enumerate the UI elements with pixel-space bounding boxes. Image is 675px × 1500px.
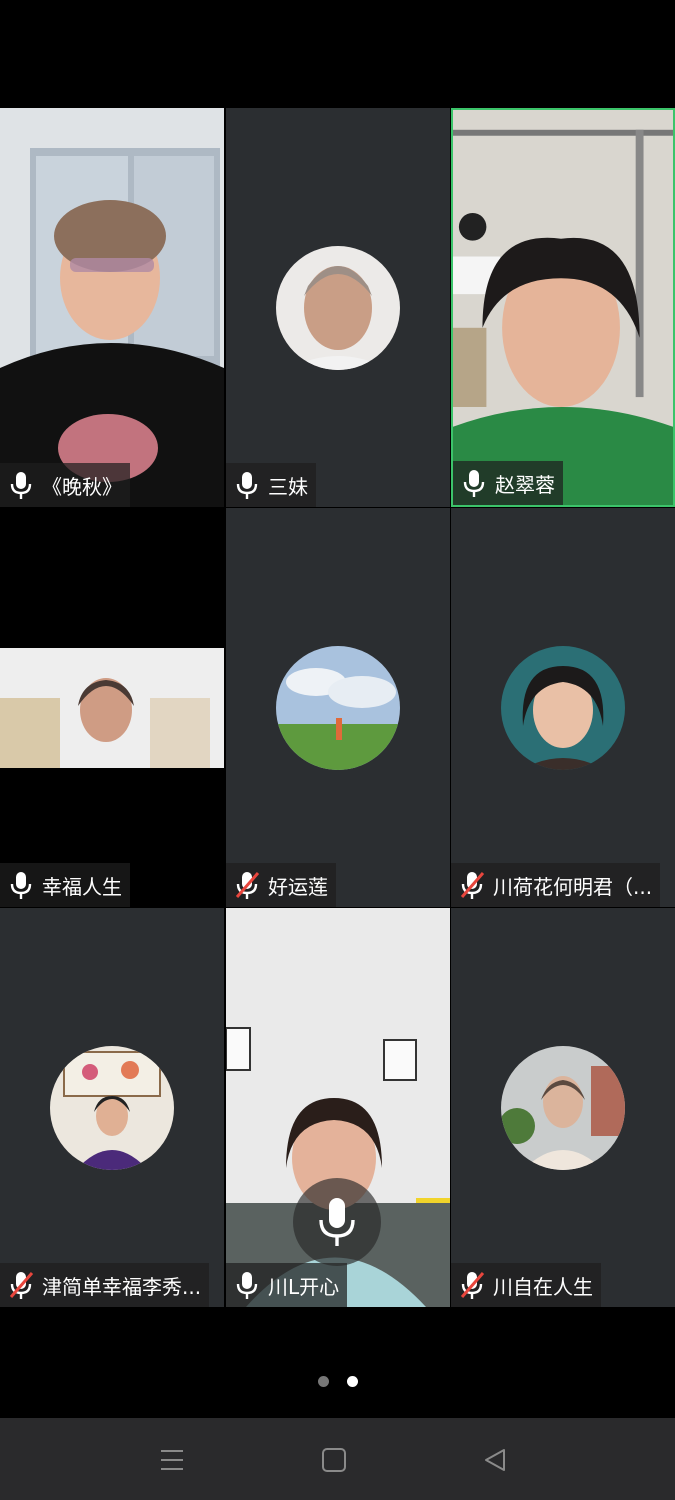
microphone-icon: [463, 470, 485, 497]
participant-name: 川L开心: [268, 1274, 340, 1299]
participant-video: [453, 110, 673, 505]
avatar: [501, 1045, 625, 1170]
participant-namebar: 三妹: [226, 463, 316, 507]
participant-namebar: 川自在人生: [451, 1263, 601, 1307]
participant-name: 津简单幸福李秀...: [42, 1274, 202, 1299]
page-indicator: [0, 1376, 675, 1390]
participant-name: 幸福人生: [42, 874, 122, 899]
participant-tile-active-speaker[interactable]: 赵翠蓉: [451, 108, 675, 507]
microphone-muted-icon: [460, 1272, 485, 1299]
participant-tile[interactable]: 津简单幸福李秀...: [0, 908, 224, 1307]
participant-tile[interactable]: 好运莲: [226, 508, 450, 907]
microphone-icon: [236, 1272, 258, 1299]
video-grid: 《晚秋》 三妹 赵翠蓉 幸福人生 好运莲 川荷花何明君（... 津简单幸福李秀.…: [0, 108, 675, 1308]
participant-namebar: 好运莲: [226, 863, 336, 907]
home-icon: [322, 1448, 346, 1472]
participant-name: 《晚秋》: [42, 474, 122, 499]
microphone-icon: [10, 472, 32, 499]
participant-tile[interactable]: 《晚秋》: [0, 108, 224, 507]
participant-namebar: 《晚秋》: [0, 463, 130, 507]
participant-name: 三妹: [268, 474, 308, 499]
participant-namebar: 幸福人生: [0, 863, 130, 907]
menu-icon: [161, 1450, 183, 1470]
participant-namebar: 川荷花何明君（...: [451, 863, 661, 907]
microphone-muted-icon: [460, 872, 485, 899]
participant-namebar: 津简单幸福李秀...: [0, 1263, 210, 1307]
participant-name: 好运莲: [268, 874, 328, 899]
participant-video: [0, 108, 224, 507]
home-button[interactable]: [314, 1440, 354, 1480]
microphone-icon: [319, 1198, 355, 1246]
microphone-toggle-button[interactable]: [293, 1178, 381, 1266]
back-button[interactable]: [475, 1440, 515, 1480]
avatar: [501, 645, 625, 770]
participant-video: [0, 648, 224, 768]
participant-tile[interactable]: 川荷花何明君（...: [451, 508, 675, 907]
microphone-muted-icon: [235, 872, 260, 899]
participant-name: 川荷花何明君（...: [493, 874, 653, 899]
participant-name: 川自在人生: [493, 1274, 593, 1299]
participant-namebar: 赵翠蓉: [453, 461, 563, 505]
participant-tile[interactable]: 川自在人生: [451, 908, 675, 1307]
participant-namebar: 川L开心: [226, 1263, 348, 1307]
participant-tile[interactable]: 幸福人生: [0, 508, 224, 907]
menu-button[interactable]: [152, 1440, 192, 1480]
avatar: [276, 645, 400, 770]
page-dot-current[interactable]: [346, 1376, 358, 1387]
system-navigation-bar: [0, 1418, 675, 1500]
microphone-icon: [10, 872, 32, 899]
microphone-muted-icon: [9, 1272, 34, 1299]
back-icon: [485, 1449, 505, 1471]
avatar: [50, 1045, 174, 1170]
participant-tile[interactable]: 三妹: [226, 108, 450, 507]
microphone-icon: [236, 472, 258, 499]
avatar: [276, 245, 400, 370]
page-dot[interactable]: [317, 1376, 329, 1387]
participant-name: 赵翠蓉: [495, 472, 555, 497]
